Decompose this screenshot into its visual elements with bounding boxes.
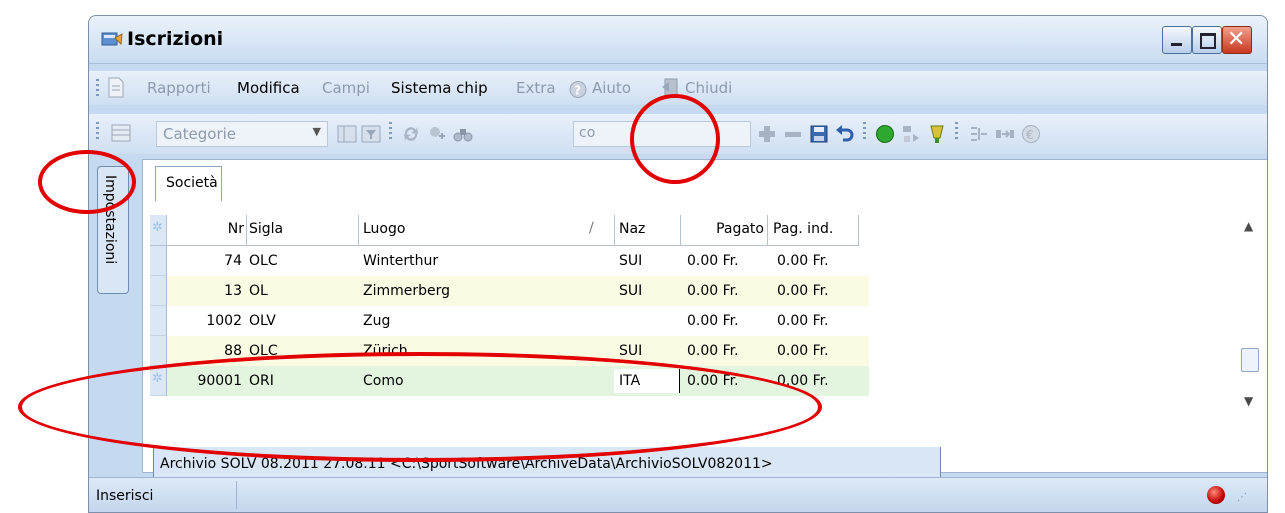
cell-nr[interactable]: 13 — [167, 283, 242, 299]
table-icon[interactable] — [111, 123, 131, 143]
toolbar-grip[interactable] — [389, 122, 392, 142]
column-header-sigla[interactable]: Sigla — [247, 215, 359, 246]
transfer-icon[interactable] — [995, 124, 1015, 144]
merge-icon[interactable] — [969, 124, 989, 144]
app-icon — [101, 32, 123, 46]
column-header-naz[interactable]: Naz — [615, 215, 681, 246]
cell-pag-ind[interactable]: 0.00 Fr. — [777, 313, 829, 329]
cell-pagato[interactable]: 0.00 Fr. — [687, 283, 739, 299]
chip-reader-icon[interactable] — [927, 124, 947, 144]
cell-pagato[interactable]: 0.00 Fr. — [687, 253, 739, 269]
sort-asc-icon: ∕ — [589, 220, 594, 236]
category-combo[interactable]: Categorie ▼ — [156, 121, 328, 147]
table-row[interactable]: 13 OL Zimmerberg SUI 0.00 Fr. 0.00 Fr. — [150, 276, 869, 306]
menu-aiuto[interactable]: Aiuto — [592, 79, 631, 97]
report-icon — [108, 77, 124, 98]
chevron-down-icon: ▼ — [312, 125, 321, 138]
row-indicator[interactable] — [150, 246, 167, 276]
svg-text:€: € — [1026, 128, 1034, 142]
row-indicator[interactable] — [150, 336, 167, 366]
close-icon: ✕ — [1227, 27, 1246, 52]
refresh-icon[interactable] — [401, 124, 421, 144]
start-icon[interactable] — [875, 124, 895, 144]
cell-sigla[interactable]: OL — [249, 283, 268, 299]
scroll-down-icon[interactable]: ▼ — [1244, 394, 1253, 408]
euro-icon[interactable]: € — [1021, 124, 1041, 144]
minimize-button[interactable] — [1162, 26, 1192, 54]
tab-societa[interactable]: Società — [155, 166, 222, 201]
annotation-ellipse — [18, 352, 822, 462]
remove-icon[interactable] — [783, 124, 803, 144]
toolbar-grip[interactable] — [955, 122, 958, 142]
cell-luogo[interactable]: Zimmerberg — [363, 283, 450, 299]
category-combo-value: Categorie — [163, 125, 237, 143]
tab-societa-label: Società — [166, 175, 218, 191]
scrollbar-thumb[interactable] — [1241, 348, 1259, 372]
cell-pagato[interactable]: 0.00 Fr. — [687, 313, 739, 329]
undo-icon[interactable] — [835, 124, 855, 144]
menu-modifica[interactable]: Modifica — [237, 79, 300, 97]
table-row[interactable]: 1002 OLV Zug 0.00 Fr. 0.00 Fr. — [150, 306, 869, 336]
annotation-circle — [630, 94, 720, 184]
cell-sigla[interactable]: OLV — [249, 313, 276, 329]
maximize-button[interactable] — [1192, 26, 1222, 54]
status-bar: Inserisci ⋰ — [89, 477, 1267, 512]
new-row-icon: ✲ — [152, 220, 163, 235]
toolbar-grip[interactable] — [96, 122, 99, 142]
grid-corner[interactable]: ✲ — [150, 215, 167, 246]
window-title: Iscrizioni — [127, 28, 224, 50]
toolbar-grip[interactable] — [863, 122, 866, 142]
find-icon[interactable] — [453, 124, 473, 144]
filter-icon[interactable] — [361, 124, 381, 144]
minimize-icon — [1171, 43, 1182, 46]
menu-extra[interactable]: Extra — [516, 79, 556, 97]
menu-campi[interactable]: Campi — [322, 79, 370, 97]
column-header-pag-ind[interactable]: Pag. ind. — [768, 215, 859, 246]
menu-rapporti[interactable]: Rapporti — [147, 79, 211, 97]
add-filter-icon[interactable] — [427, 124, 447, 144]
table-row[interactable]: 74 OLC Winterthur SUI 0.00 Fr. 0.00 Fr. — [150, 246, 869, 276]
cell-naz[interactable]: SUI — [619, 283, 642, 299]
save-icon[interactable] — [809, 124, 829, 144]
cell-pag-ind[interactable]: 0.00 Fr. — [777, 253, 829, 269]
chip-transfer-icon[interactable] — [901, 124, 921, 144]
status-divider — [236, 481, 237, 509]
cell-nr[interactable]: 88 — [167, 343, 242, 359]
title-bar[interactable]: Iscrizioni ✕ — [89, 16, 1267, 64]
row-indicator[interactable] — [150, 276, 167, 306]
menu-sistema-chip[interactable]: Sistema chip — [391, 79, 488, 97]
cell-nr[interactable]: 74 — [167, 253, 242, 269]
cell-sigla[interactable]: OLC — [249, 253, 278, 269]
help-icon: ? — [569, 81, 587, 98]
svg-text:?: ? — [574, 84, 581, 98]
cell-luogo[interactable]: Zug — [363, 313, 390, 329]
column-header-luogo[interactable]: Luogo ∕ — [359, 215, 615, 246]
close-button[interactable]: ✕ — [1222, 26, 1252, 54]
cell-naz[interactable]: SUI — [619, 343, 642, 359]
columns-icon[interactable] — [337, 124, 357, 144]
maximize-icon — [1200, 33, 1216, 49]
search-input-value: co — [579, 125, 596, 141]
cell-luogo[interactable]: Winterthur — [363, 253, 438, 269]
column-header-pagato[interactable]: Pagato — [681, 215, 768, 246]
scroll-up-icon[interactable]: ▲ — [1244, 219, 1253, 233]
annotation-circle — [38, 150, 136, 214]
add-icon[interactable] — [757, 124, 777, 144]
toolbar-grip[interactable] — [96, 79, 99, 99]
cell-pagato[interactable]: 0.00 Fr. — [687, 343, 739, 359]
menu-chiudi[interactable]: Chiudi — [685, 79, 732, 97]
row-indicator[interactable] — [150, 306, 167, 336]
column-header-nr[interactable]: Nr — [167, 215, 247, 246]
vertical-scrollbar[interactable]: ▲ ▼ — [1239, 215, 1261, 415]
cell-naz[interactable]: SUI — [619, 253, 642, 269]
cell-nr[interactable]: 1002 — [167, 313, 242, 329]
cell-pag-ind[interactable]: 0.00 Fr. — [777, 343, 829, 359]
resize-grip-icon[interactable]: ⋰ — [1237, 492, 1247, 503]
status-text: Inserisci — [96, 488, 154, 504]
cell-pag-ind[interactable]: 0.00 Fr. — [777, 283, 829, 299]
status-light-icon — [1207, 486, 1225, 504]
